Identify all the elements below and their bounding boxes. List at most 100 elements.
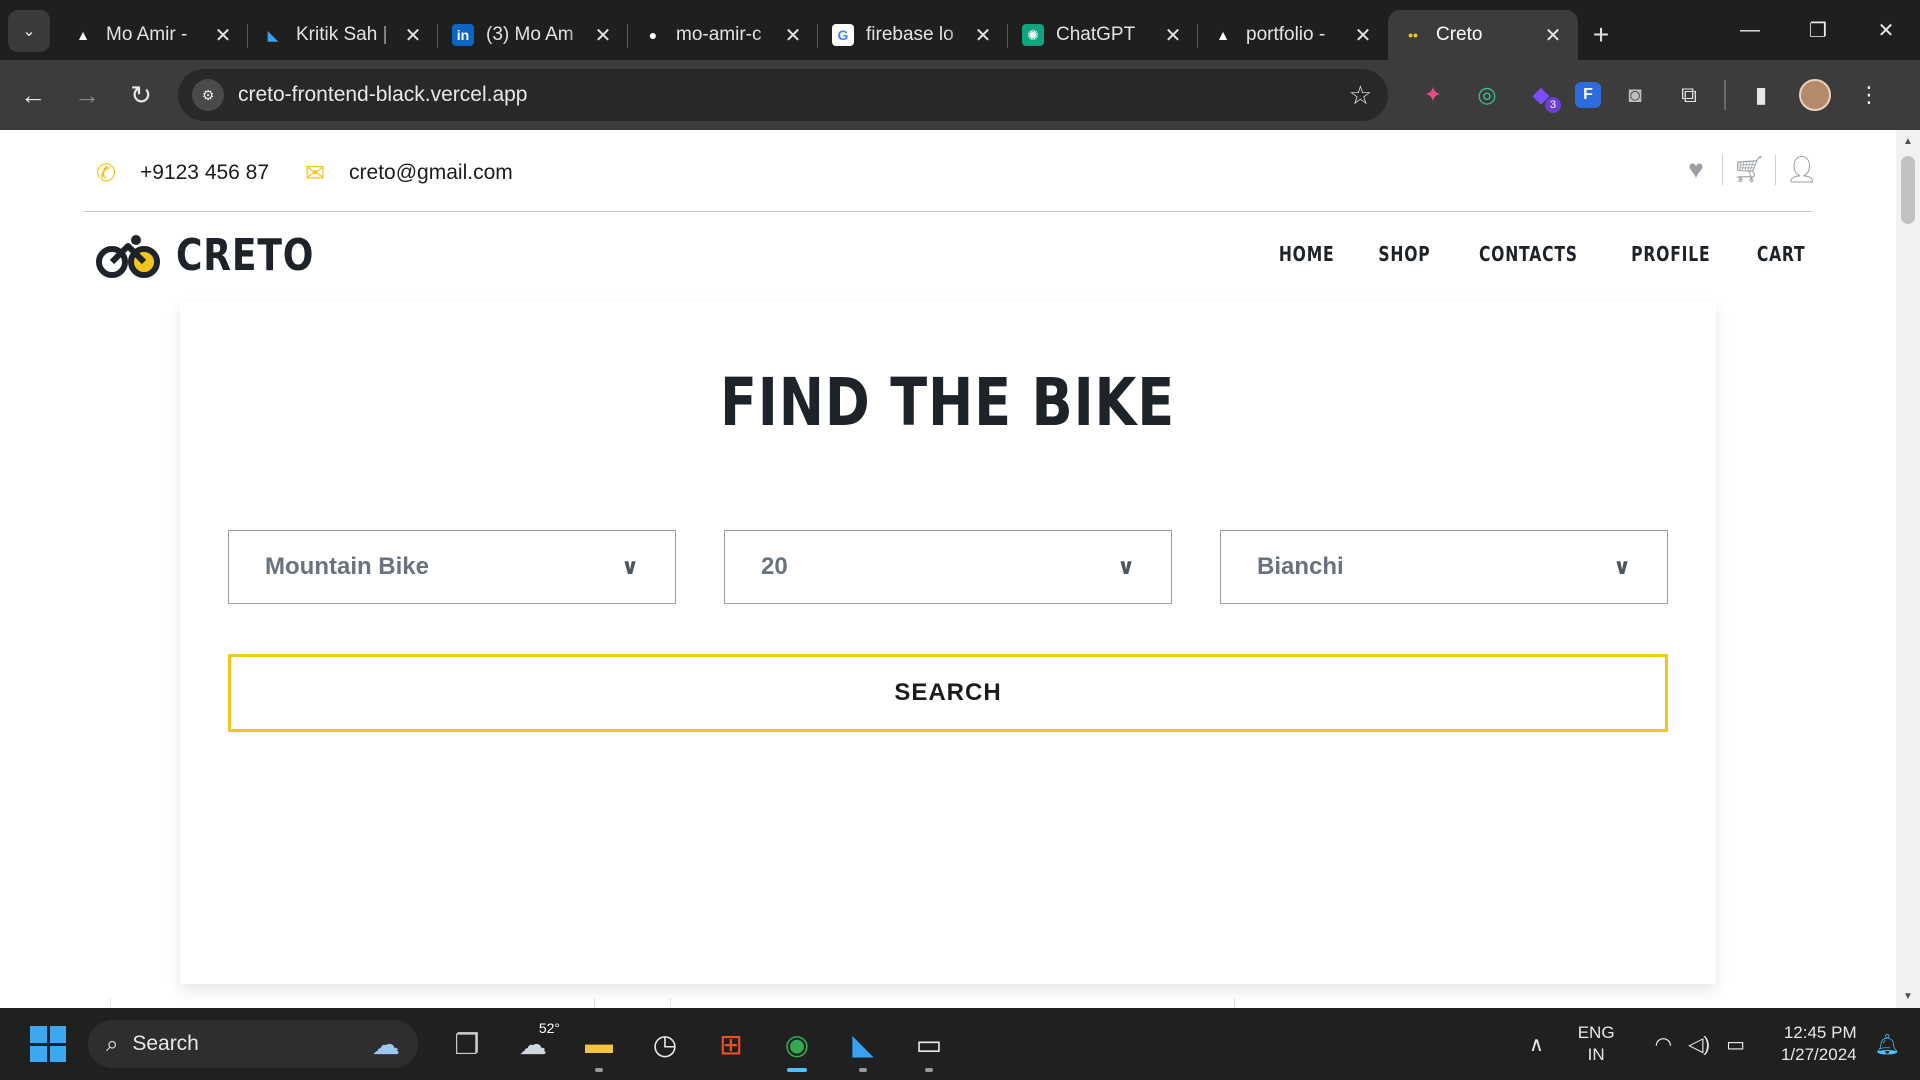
tab-favicon-icon: ✺ bbox=[1022, 24, 1044, 46]
user-actions: ♥ 🛒︎ 👤︎ bbox=[1678, 154, 1820, 185]
bike-type-select[interactable]: Mountain Bike ∨ bbox=[228, 530, 676, 604]
brand-select[interactable]: Bianchi ∨ bbox=[1220, 530, 1668, 604]
tab[interactable]: in (3) Mo Am ✕ bbox=[438, 10, 628, 60]
wifi-icon[interactable]: ◠ bbox=[1655, 1032, 1672, 1057]
tab[interactable]: ✺ ChatGPT ✕ bbox=[1008, 10, 1198, 60]
tab-close-icon[interactable]: ✕ bbox=[402, 23, 424, 48]
tab-title: firebase lo bbox=[866, 24, 954, 45]
close-window-button[interactable]: ✕ bbox=[1852, 0, 1920, 60]
minimize-button[interactable]: — bbox=[1716, 0, 1784, 60]
tab[interactable]: ● mo-amir-c ✕ bbox=[628, 10, 818, 60]
back-button[interactable]: ← bbox=[6, 68, 60, 122]
tab-title: Creto bbox=[1436, 24, 1483, 45]
terminal-icon[interactable]: ▭ bbox=[896, 1014, 962, 1074]
tab-title: Kritik Sah | bbox=[296, 24, 388, 45]
chrome-icon[interactable]: ◉ bbox=[764, 1014, 830, 1074]
scroll-thumb[interactable] bbox=[1901, 156, 1915, 224]
menu-kebab-icon[interactable]: ⋮ bbox=[1849, 75, 1889, 115]
chevron-down-icon: ∨ bbox=[621, 554, 639, 579]
chevron-down-icon: ∨ bbox=[1117, 554, 1135, 579]
stack-extension-icon[interactable]: ◆ 3 bbox=[1521, 75, 1561, 115]
reload-button[interactable]: ↻ bbox=[114, 68, 168, 122]
tab-close-icon[interactable]: ✕ bbox=[1162, 23, 1184, 48]
site-info-icon[interactable]: ⚙ bbox=[192, 79, 224, 111]
weather-icon[interactable]: ☁ 52° bbox=[500, 1014, 566, 1074]
browser-toolbar: ← → ↻ ⚙ creto-frontend-black.vercel.app … bbox=[0, 60, 1920, 130]
browser-tab-bar: ⌄ ▲ Mo Amir - ✕ ◣ Kritik Sah | ✕ in (3) … bbox=[0, 0, 1920, 60]
tab-active[interactable]: •• Creto ✕ bbox=[1388, 10, 1578, 60]
page-scrollbar[interactable]: ▲ ▼ bbox=[1896, 130, 1920, 1008]
url-text[interactable]: creto-frontend-black.vercel.app bbox=[238, 83, 1349, 107]
site-logo[interactable]: CRETO bbox=[96, 230, 345, 281]
mail-icon: ✉ bbox=[305, 159, 326, 187]
clock[interactable]: 12:45 PM 1/27/2024 bbox=[1781, 1022, 1857, 1066]
microsoft-store-icon[interactable]: ⊞ bbox=[698, 1014, 764, 1074]
nav-contacts[interactable]: CONTACTS bbox=[1479, 242, 1578, 266]
tab[interactable]: ▲ Mo Amir - ✕ bbox=[58, 10, 248, 60]
start-windows-icon[interactable] bbox=[30, 1026, 66, 1062]
target-extension-icon[interactable]: ◎ bbox=[1467, 75, 1507, 115]
nav-home[interactable]: HOME bbox=[1279, 242, 1335, 266]
finder-title: FIND THE BIKE bbox=[720, 364, 1176, 441]
tab-title: portfolio - bbox=[1246, 24, 1326, 45]
search-label: Search bbox=[132, 1032, 199, 1055]
color-picker-extension-icon[interactable]: ✦ bbox=[1413, 75, 1453, 115]
tab-favicon-icon: •• bbox=[1408, 27, 1418, 43]
bike-finder-card: FIND THE BIKE Mountain Bike ∨ 20 ∨ Bianc… bbox=[180, 302, 1716, 984]
extensions-row: ✦ ◎ ◆ 3 F ◙ ⧉ ▮ ⋮ bbox=[1406, 75, 1896, 115]
camera-extension-icon[interactable]: ◙ bbox=[1615, 75, 1655, 115]
windows-taskbar: ⌕ Search ☁ ❐ ☁ 52° ▬ ◷ ⊞ ◉ ◣ ▭ ∧ ENG IN ◠… bbox=[0, 1008, 1920, 1080]
notification-bell-icon[interactable]: 🔔︎ bbox=[1875, 1032, 1900, 1057]
scroll-up-icon[interactable]: ▲ bbox=[1903, 136, 1913, 147]
clock-app-icon[interactable]: ◷ bbox=[632, 1014, 698, 1074]
f-extension-icon[interactable]: F bbox=[1575, 82, 1601, 108]
tab[interactable]: G firebase lo ✕ bbox=[818, 10, 1008, 60]
wheel-size-select[interactable]: 20 ∨ bbox=[724, 530, 1172, 604]
tab[interactable]: ▲ portfolio - ✕ bbox=[1198, 10, 1388, 60]
new-tab-button[interactable]: + bbox=[1578, 10, 1624, 60]
file-explorer-icon[interactable]: ▬ bbox=[566, 1014, 632, 1074]
tab-favicon-icon: ● bbox=[648, 27, 658, 43]
battery-icon[interactable]: ▭ bbox=[1726, 1032, 1745, 1057]
cart-icon[interactable]: 🛒︎ bbox=[1731, 154, 1767, 185]
nav-profile[interactable]: PROFILE bbox=[1631, 242, 1710, 266]
nav-cart[interactable]: CART bbox=[1757, 242, 1806, 266]
task-view-icon[interactable]: ❐ bbox=[434, 1014, 500, 1074]
cloud-icon: ☁ bbox=[372, 1028, 400, 1060]
tab-favicon-icon: ▲ bbox=[76, 27, 90, 43]
scroll-down-icon[interactable]: ▼ bbox=[1903, 991, 1913, 1002]
tab-close-icon[interactable]: ✕ bbox=[212, 23, 234, 48]
volume-icon[interactable]: ◁) bbox=[1688, 1032, 1710, 1057]
tab-search-button[interactable]: ⌄ bbox=[8, 10, 50, 52]
extension-badge: 3 bbox=[1545, 97, 1561, 113]
search-button[interactable]: SEARCH bbox=[228, 654, 1668, 732]
email-address: creto@gmail.com bbox=[349, 161, 513, 184]
tab-close-icon[interactable]: ✕ bbox=[592, 23, 614, 48]
forward-button[interactable]: → bbox=[60, 68, 114, 122]
chevron-up-icon[interactable]: ∧ bbox=[1529, 1032, 1544, 1057]
side-panel-icon[interactable]: ▮ bbox=[1741, 75, 1781, 115]
puzzle-extensions-icon[interactable]: ⧉ bbox=[1669, 75, 1709, 115]
profile-avatar[interactable] bbox=[1795, 75, 1835, 115]
tab[interactable]: ◣ Kritik Sah | ✕ bbox=[248, 10, 438, 60]
restore-button[interactable]: ❐ bbox=[1784, 0, 1852, 60]
weather-temp: 52° bbox=[538, 1020, 560, 1036]
tab-title: Mo Amir - bbox=[106, 24, 188, 45]
taskbar-search[interactable]: ⌕ Search ☁ bbox=[88, 1020, 418, 1068]
main-navigation: HOME SHOP CONTACTS PROFILE CART bbox=[1243, 242, 1812, 266]
wishlist-heart-icon[interactable]: ♥ bbox=[1678, 154, 1714, 185]
nav-shop[interactable]: SHOP bbox=[1378, 242, 1430, 266]
address-bar[interactable]: ⚙ creto-frontend-black.vercel.app ☆ bbox=[178, 69, 1388, 121]
bookmark-star-icon[interactable]: ☆ bbox=[1349, 80, 1372, 111]
tab-favicon-icon: ▲ bbox=[1216, 27, 1230, 43]
tab-close-icon[interactable]: ✕ bbox=[1542, 23, 1564, 48]
tab-close-icon[interactable]: ✕ bbox=[782, 23, 804, 48]
language-indicator[interactable]: ENG IN bbox=[1578, 1022, 1615, 1066]
tab-close-icon[interactable]: ✕ bbox=[972, 23, 994, 48]
search-icon: ⌕ bbox=[106, 1031, 119, 1056]
user-icon[interactable]: 👤︎ bbox=[1784, 154, 1820, 185]
tab-close-icon[interactable]: ✕ bbox=[1352, 23, 1374, 48]
system-tray: ∧ ENG IN ◠ ◁) ▭ 12:45 PM 1/27/2024 🔔︎ bbox=[1529, 1008, 1920, 1080]
tab-favicon-icon: in bbox=[452, 24, 474, 46]
vscode-icon[interactable]: ◣ bbox=[830, 1014, 896, 1074]
